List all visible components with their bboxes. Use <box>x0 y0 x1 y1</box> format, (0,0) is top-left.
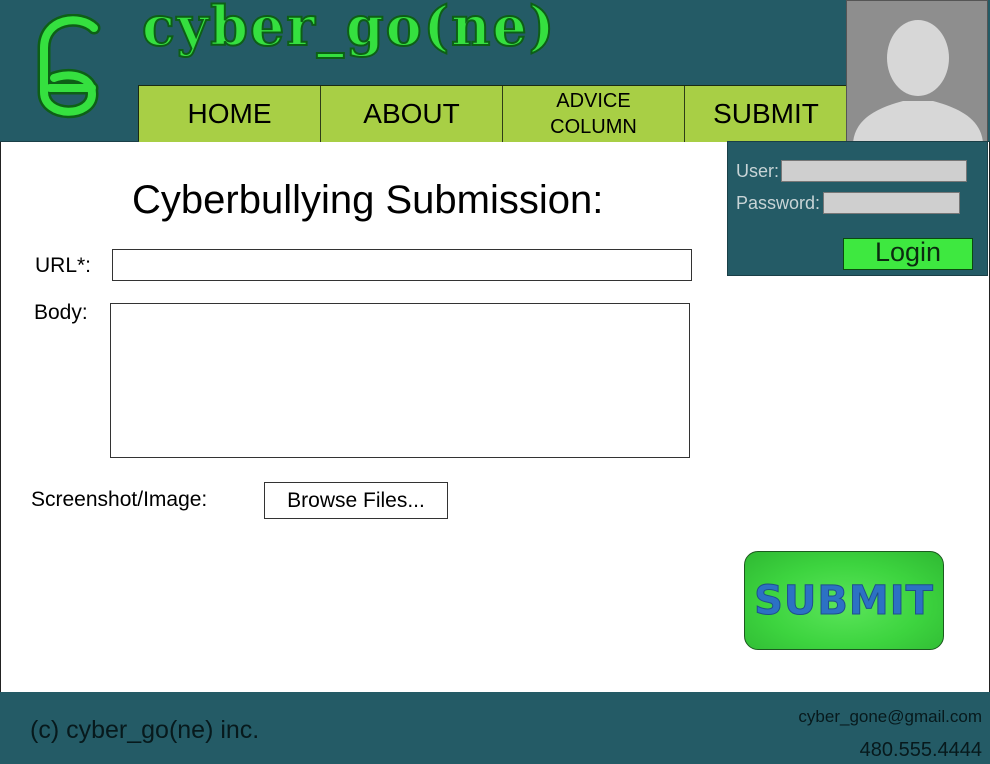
contact-email: cyber_gone@gmail.com <box>798 707 982 726</box>
screenshot-label: Screenshot/Image: <box>31 488 208 511</box>
password-label: Password: <box>736 192 821 213</box>
header: cyber_go(ne) HOME ABOUT ADVICE COLUMN SU… <box>0 0 990 142</box>
page-title: Cyberbullying Submission: <box>132 178 604 222</box>
main-nav: HOME ABOUT ADVICE COLUMN SUBMIT <box>138 85 848 142</box>
password-row: Password: <box>736 192 961 214</box>
nav-about[interactable]: ABOUT <box>321 86 503 142</box>
user-label: User: <box>736 160 780 181</box>
avatar[interactable] <box>846 0 988 142</box>
password-input[interactable] <box>823 192 961 214</box>
nav-submit[interactable]: SUBMIT <box>685 86 847 142</box>
login-panel: User: Password: Login <box>727 141 988 276</box>
submit-button-label: SUBMIT <box>754 577 934 624</box>
contact-phone: 480.555.4444 <box>859 739 982 761</box>
url-input[interactable] <box>112 249 692 281</box>
body-label: Body: <box>34 301 88 324</box>
footer: (c) cyber_go(ne) inc. cyber_gone@gmail.c… <box>0 692 990 764</box>
cg-monogram-icon[interactable] <box>30 14 110 124</box>
user-silhouette-icon <box>853 20 983 141</box>
body-textarea[interactable] <box>110 303 690 458</box>
nav-advice-column[interactable]: ADVICE COLUMN <box>503 86 685 142</box>
url-label: URL*: <box>35 254 92 277</box>
login-button[interactable]: Login <box>843 238 973 270</box>
brand-title: cyber_go(ne) <box>141 0 557 59</box>
user-input[interactable] <box>781 160 968 182</box>
nav-home[interactable]: HOME <box>139 86 321 142</box>
copyright-text: (c) cyber_go(ne) inc. <box>30 716 260 744</box>
browse-files-button[interactable]: Browse Files... <box>264 482 448 519</box>
submit-button[interactable]: SUBMIT <box>744 551 944 650</box>
user-row: User: <box>736 160 968 182</box>
